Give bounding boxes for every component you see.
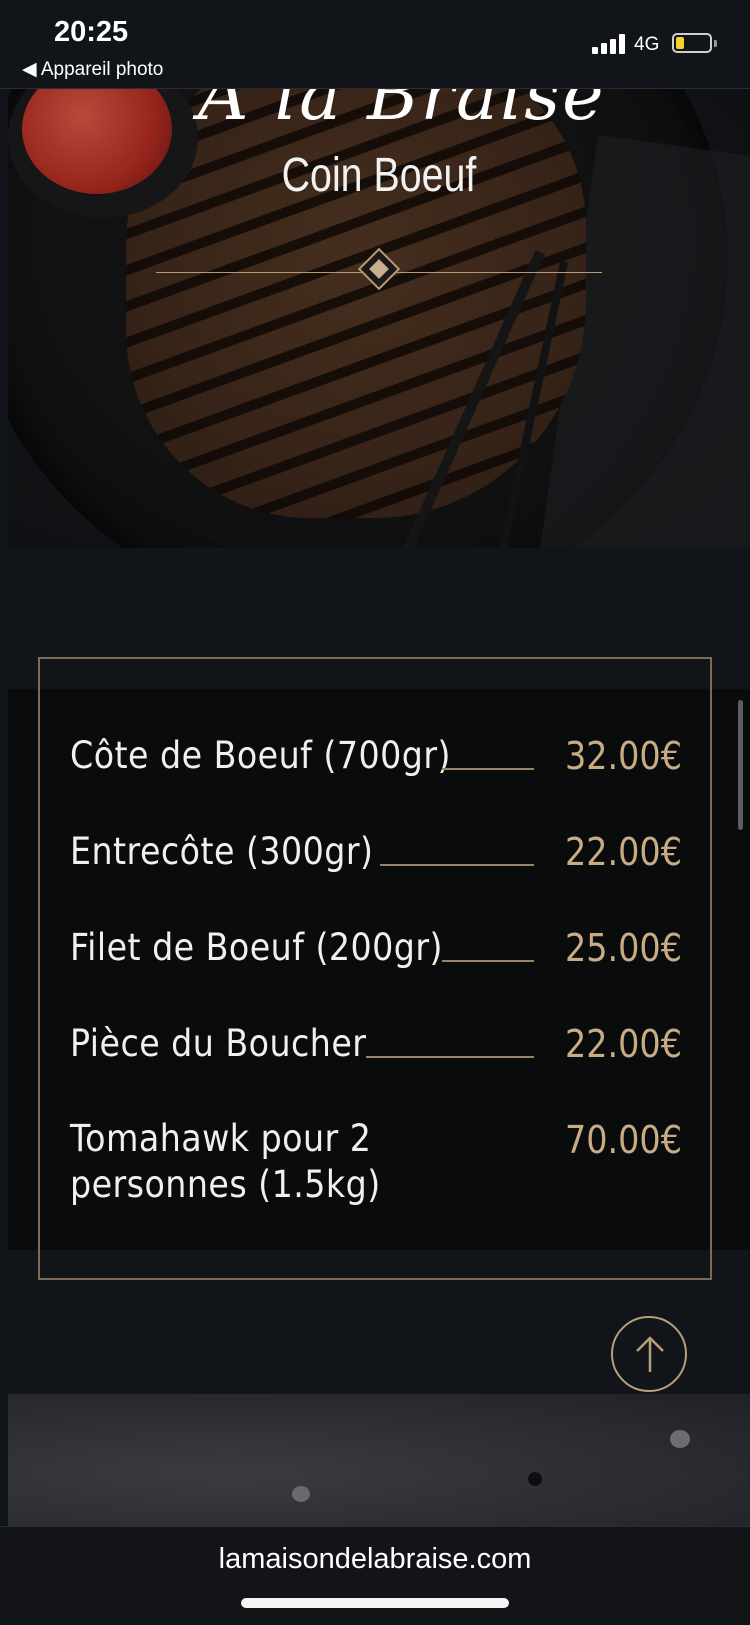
menu-item-price: 70.00€ — [564, 1118, 682, 1162]
menu-item-price: 22.00€ — [564, 830, 682, 874]
menu-item-price: 32.00€ — [564, 734, 682, 778]
status-bar: 20:25 ◀ Appareil photo 4G — [0, 0, 750, 89]
menu-item-name: Pièce du Boucher — [70, 1022, 367, 1065]
menu-item-name: Tomahawk pour 2 personnes (1.5kg) — [70, 1117, 381, 1206]
home-indicator[interactable] — [241, 1598, 509, 1608]
menu-item: Pièce du Boucher 22.00€ — [70, 1020, 682, 1068]
menu-item-leader — [442, 960, 534, 962]
hero-title: A la Braise — [198, 88, 606, 136]
divider-line-left — [156, 272, 366, 273]
menu-item-name: Filet de Boeuf (200gr) — [70, 926, 443, 969]
battery-icon — [672, 33, 712, 53]
signal-strength-icon — [592, 34, 628, 54]
page-scrollbar[interactable] — [738, 700, 743, 830]
url-text: lamaisondelabraise.com — [218, 1543, 532, 1575]
menu-item-price: 25.00€ — [564, 926, 682, 970]
menu-item-leader — [380, 864, 534, 866]
arrow-up-icon — [636, 1336, 664, 1372]
menu-item: Tomahawk pour 2 personnes (1.5kg) 70.00€ — [70, 1116, 682, 1212]
divider-line-right — [388, 272, 602, 273]
hero-image: A la Braise Coin Boeuf — [8, 88, 750, 548]
menu-item: Filet de Boeuf (200gr) 25.00€ — [70, 924, 682, 972]
menu-item-leader — [366, 1056, 534, 1058]
menu-item-name: Côte de Boeuf (700gr) — [70, 734, 451, 777]
stone-surface-image — [8, 1394, 750, 1526]
back-to-app-link[interactable]: ◀ Appareil photo — [22, 58, 163, 81]
scroll-to-top-button[interactable] — [611, 1316, 687, 1392]
status-time: 20:25 — [54, 16, 129, 48]
menu-item-leader — [442, 768, 534, 770]
battery-tip-icon — [714, 40, 717, 47]
network-type: 4G — [634, 34, 660, 55]
menu-item: Entrecôte (300gr) 22.00€ — [70, 828, 682, 876]
browser-address-bar[interactable]: lamaisondelabraise.com — [0, 1526, 750, 1625]
menu-item-name: Entrecôte (300gr) — [70, 830, 374, 873]
hero-subtitle: Coin Boeuf — [281, 149, 477, 202]
menu-item-price: 22.00€ — [564, 1022, 682, 1066]
menu-item: Côte de Boeuf (700gr) 32.00€ — [70, 732, 682, 780]
